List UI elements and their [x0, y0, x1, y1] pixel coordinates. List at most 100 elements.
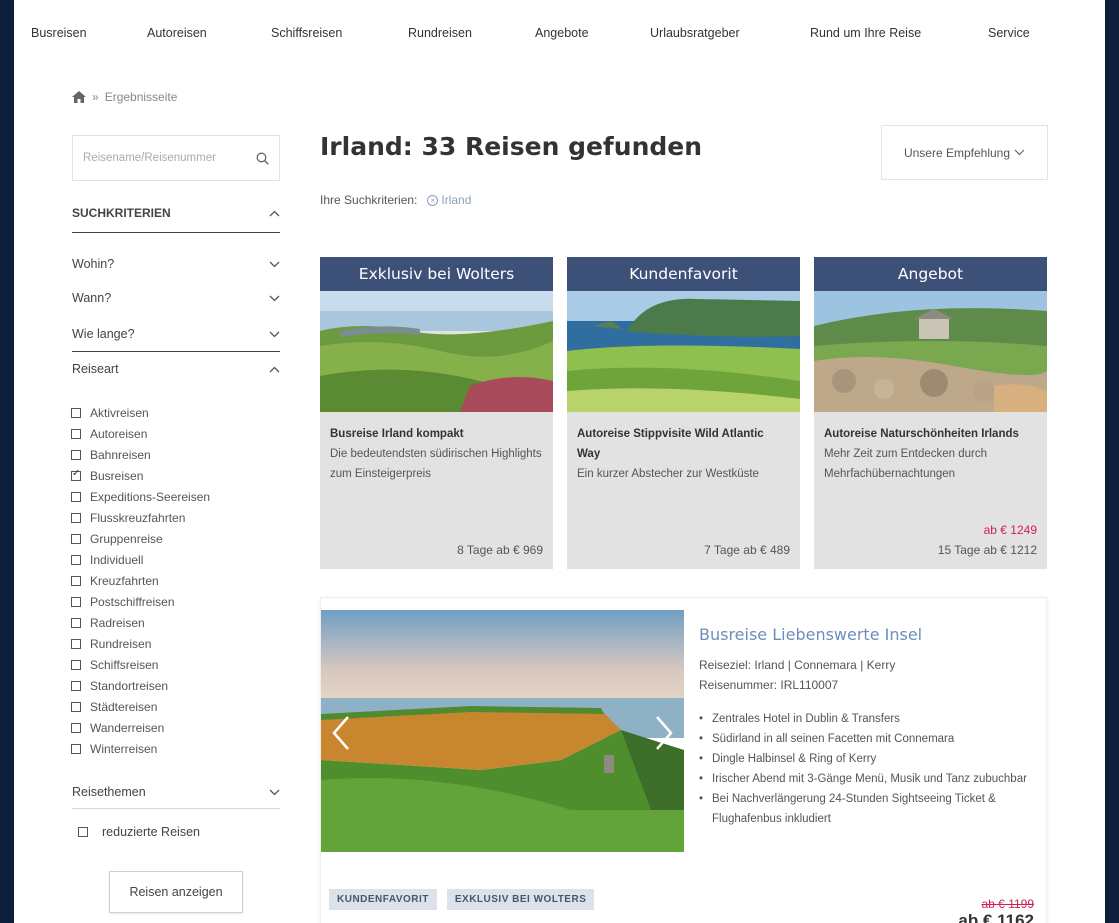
reduced-checkbox[interactable]	[78, 827, 88, 837]
badges: KUNDENFAVORIT EXKLUSIV BEI WOLTERS	[329, 889, 595, 910]
reiseart-option[interactable]: Bahnreisen	[71, 444, 210, 465]
card-old-price: ab € 1249	[983, 523, 1037, 537]
card-banner: Kundenfavorit	[567, 257, 800, 291]
reiseart-checkbox[interactable]	[71, 659, 81, 670]
criteria-chip[interactable]: × Irland	[427, 193, 471, 207]
nav-rundreisen[interactable]: Rundreisen	[408, 26, 472, 40]
criteria-chip-label: Irland	[441, 193, 472, 207]
nav-urlaubsratgeber[interactable]: Urlaubsratgeber	[650, 26, 740, 40]
reiseart-checkbox[interactable]	[71, 680, 81, 691]
home-icon[interactable]	[72, 91, 86, 103]
chevron-down-icon	[269, 295, 280, 301]
reiseart-option[interactable]: Postschiffreisen	[71, 591, 210, 612]
search-input[interactable]	[83, 152, 256, 164]
trip-card[interactable]: Kundenfavorit Autoreise Stippvisite Wild…	[567, 257, 800, 569]
criteria-header[interactable]: SUCHKRITERIEN	[72, 206, 280, 220]
reiseart-option[interactable]: Winterreisen	[71, 738, 210, 759]
reiseart-label: Standortreisen	[90, 678, 169, 693]
chevron-down-icon	[269, 331, 280, 337]
reiseart-label: Gruppenreise	[90, 531, 163, 546]
breadcrumb-separator: »	[92, 90, 99, 104]
reiseart-checkbox[interactable]	[71, 512, 81, 523]
card-title[interactable]: Busreise Irland kompakt	[330, 424, 543, 444]
reiseart-checkbox[interactable]	[71, 596, 81, 607]
trip-image[interactable]	[567, 291, 800, 412]
featured-trip: Busreise Liebenswerte Insel Reiseziel: I…	[320, 597, 1047, 923]
nav-autoreisen[interactable]: Autoreisen	[147, 26, 207, 40]
reiseart-checkbox[interactable]	[71, 617, 81, 628]
card-body: Busreise Irland kompakt Die bedeutendste…	[320, 412, 553, 484]
reiseart-checkbox[interactable]	[71, 701, 81, 712]
reiseart-checkbox[interactable]	[71, 638, 81, 649]
reiseart-option[interactable]: Expeditions-Seereisen	[71, 486, 210, 507]
reiseart-checkbox[interactable]	[71, 575, 81, 586]
reiseart-checkbox[interactable]	[71, 491, 81, 502]
chevron-right-icon[interactable]	[654, 715, 674, 751]
reiseart-option[interactable]: Radreisen	[71, 612, 210, 633]
filter-wann[interactable]: Wann?	[72, 291, 280, 305]
trip-card[interactable]: Exklusiv bei Wolters Busreise Irland kom…	[320, 257, 553, 569]
reiseart-option[interactable]: Gruppenreise	[71, 528, 210, 549]
reiseart-checkbox[interactable]	[71, 743, 81, 754]
reiseart-checkbox[interactable]	[71, 533, 81, 544]
reiseart-option[interactable]: Aktivreisen	[71, 402, 210, 423]
show-trips-button[interactable]: Reisen anzeigen	[109, 871, 243, 913]
trip-image-carousel[interactable]	[321, 610, 684, 852]
reiseart-option[interactable]: Individuell	[71, 549, 210, 570]
reiseart-header-label: Reiseart	[72, 362, 119, 376]
reiseart-option[interactable]: Flusskreuzfahrten	[71, 507, 210, 528]
nav-rund-um-ihre-reise[interactable]: Rund um Ihre Reise	[810, 26, 921, 40]
reiseart-option[interactable]: Kreuzfahrten	[71, 570, 210, 591]
top-navigation: Busreisen Autoreisen Schiffsreisen Rundr…	[14, 0, 1105, 68]
filter-wohin-label: Wohin?	[72, 257, 115, 271]
reiseart-checkbox[interactable]	[71, 407, 81, 418]
reiseart-header[interactable]: Reiseart	[72, 362, 280, 376]
chevron-down-icon	[1014, 149, 1025, 156]
card-body: Autoreise Stippvisite Wild Atlantic Way …	[567, 412, 800, 484]
trip-card[interactable]: Angebot Autoreise Naturschönheiten Irlan…	[814, 257, 1047, 569]
reiseart-label: Postschiffreisen	[90, 594, 175, 609]
nav-service[interactable]: Service	[988, 26, 1030, 40]
card-description: Mehr Zeit zum Entdecken durch Mehrfachüb…	[824, 448, 987, 480]
reduced-filter[interactable]: reduzierte Reisen	[78, 825, 200, 839]
remove-icon[interactable]: ×	[427, 194, 439, 206]
reiseart-checkbox[interactable]	[71, 428, 81, 439]
filter-wohin[interactable]: Wohin?	[72, 257, 280, 271]
trip-image[interactable]	[320, 291, 553, 412]
sort-label: Unsere Empfehlung	[903, 145, 1011, 160]
reiseart-label: Winterreisen	[90, 741, 158, 756]
page: Busreisen Autoreisen Schiffsreisen Rundr…	[14, 0, 1105, 923]
reiseart-option[interactable]: Wanderreisen	[71, 717, 210, 738]
nav-angebote[interactable]: Angebote	[535, 26, 589, 40]
card-title[interactable]: Autoreise Naturschönheiten Irlands	[824, 424, 1037, 444]
list-item: Südirland in all seinen Facetten mit Con…	[699, 729, 1039, 749]
nav-busreisen[interactable]: Busreisen	[31, 26, 87, 40]
nav-schiffsreisen[interactable]: Schiffsreisen	[271, 26, 342, 40]
reiseart-checkbox[interactable]	[71, 449, 81, 460]
sort-dropdown[interactable]: Unsere Empfehlung	[881, 125, 1048, 180]
search-icon[interactable]	[256, 152, 269, 165]
reiseart-option[interactable]: Städtereisen	[71, 696, 210, 717]
list-item: Dingle Halbinsel & Ring of Kerry	[699, 749, 1039, 769]
filter-wie-lange[interactable]: Wie lange?	[72, 327, 280, 341]
reiseart-option[interactable]: Standortreisen	[71, 675, 210, 696]
reiseart-option[interactable]: Busreisen	[71, 465, 210, 486]
reiseart-checkbox[interactable]	[71, 468, 81, 481]
reisethemen-header[interactable]: Reisethemen	[72, 785, 280, 799]
featured-title[interactable]: Busreise Liebenswerte Insel	[699, 625, 922, 644]
featured-old-price: ab € 1199	[981, 897, 1035, 911]
reduced-label: reduzierte Reisen	[102, 825, 200, 839]
reiseart-label: Bahnreisen	[90, 447, 151, 462]
chevron-up-icon	[269, 366, 280, 372]
badge-kundenfavorit: KUNDENFAVORIT	[329, 889, 437, 910]
reiseart-option[interactable]: Autoreisen	[71, 423, 210, 444]
featured-highlights: Zentrales Hotel in Dublin & Transfers Sü…	[699, 709, 1039, 829]
reiseart-option[interactable]: Schiffsreisen	[71, 654, 210, 675]
trip-image[interactable]	[814, 291, 1047, 412]
chevron-left-icon[interactable]	[331, 715, 351, 751]
reiseart-checkbox[interactable]	[71, 722, 81, 733]
reiseart-option[interactable]: Rundreisen	[71, 633, 210, 654]
divider	[72, 808, 280, 809]
reiseart-checkbox[interactable]	[71, 554, 81, 565]
card-title[interactable]: Autoreise Stippvisite Wild Atlantic Way	[577, 424, 790, 464]
